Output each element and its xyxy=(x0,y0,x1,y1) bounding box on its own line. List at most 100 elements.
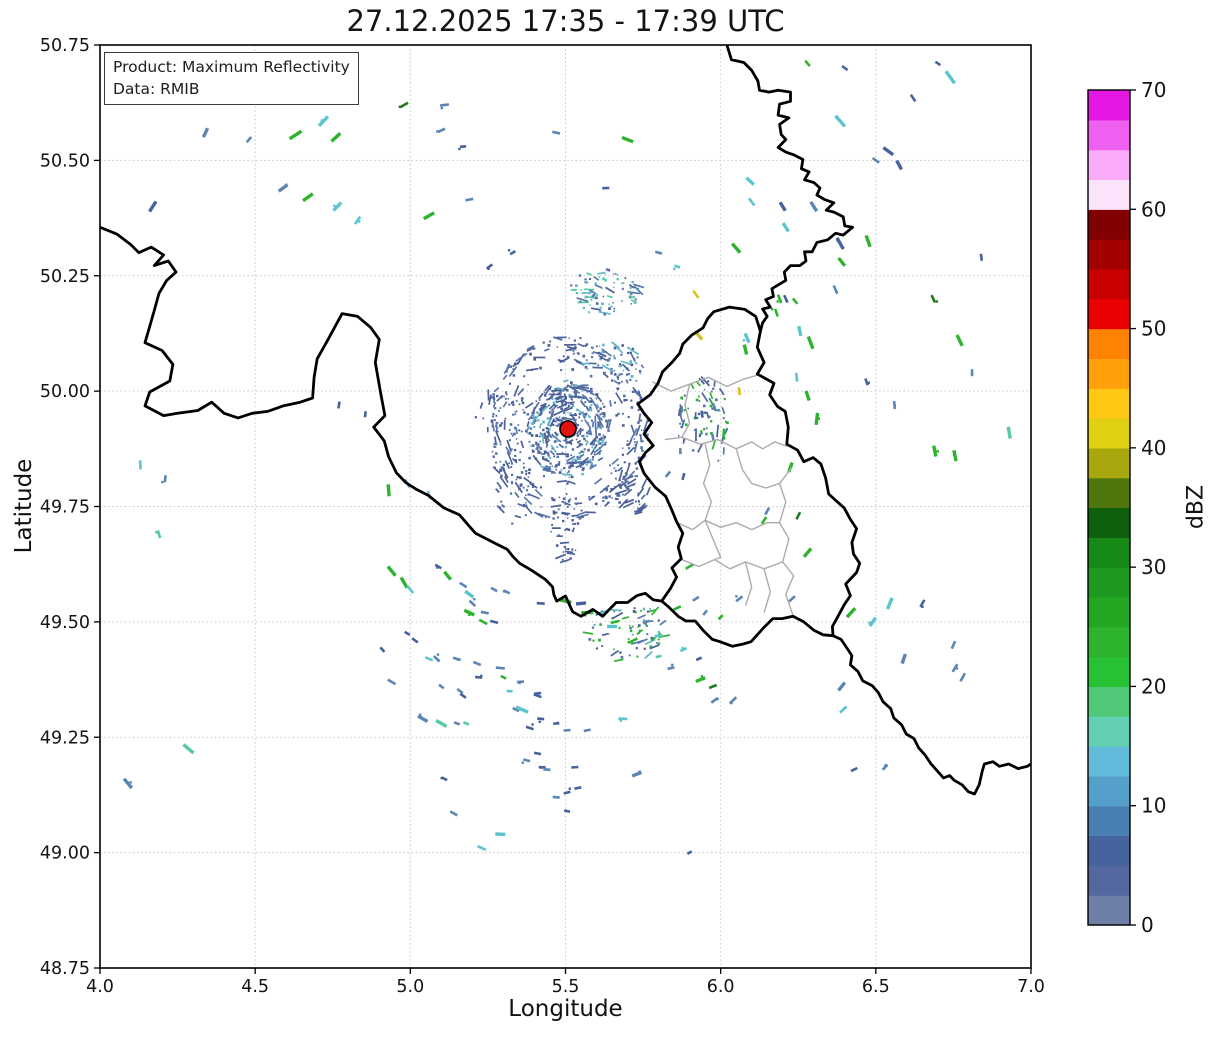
clutter-dot xyxy=(474,416,477,419)
clutter-dot xyxy=(637,492,640,495)
colorbar-segment xyxy=(1088,149,1130,181)
clutter-dot xyxy=(615,651,617,653)
clutter-dash xyxy=(594,284,603,289)
clutter-dot xyxy=(600,356,603,359)
clutter-dot xyxy=(514,454,517,457)
clutter-dot xyxy=(626,443,629,447)
clutter-dot xyxy=(568,465,570,468)
echo-streak xyxy=(781,222,790,233)
clutter-dot xyxy=(508,462,510,465)
clutter-dot xyxy=(570,381,573,384)
clutter-dot xyxy=(554,465,557,467)
clutter-dot xyxy=(551,523,553,526)
clutter-dot xyxy=(608,357,611,360)
clutter-dot xyxy=(595,296,598,300)
clutter-dot xyxy=(616,278,619,281)
clutter-dot xyxy=(537,451,541,454)
echo-streak xyxy=(387,678,397,686)
clutter-dot xyxy=(539,486,543,489)
colorbar-tick-labels: 0 10 20 30 40 50 60 70 xyxy=(1141,78,1166,937)
clutter-dot xyxy=(499,407,502,409)
echo-streak xyxy=(509,249,516,256)
echo-streak xyxy=(839,705,848,714)
clutter-dot xyxy=(635,362,638,365)
y-tick-label: 48.75 xyxy=(40,959,90,979)
clutter-dot xyxy=(596,408,598,410)
clutter-dot xyxy=(566,461,569,465)
clutter-dot xyxy=(500,396,503,399)
clutter-dot xyxy=(559,418,563,422)
clutter-dash xyxy=(502,401,508,408)
clutter-dot xyxy=(629,351,632,354)
clutter-dot xyxy=(628,373,631,375)
clutter-dot xyxy=(527,476,530,478)
clutter-dot xyxy=(567,528,571,531)
clutter-dot xyxy=(555,417,558,420)
clutter-dash xyxy=(571,458,582,461)
clutter-dot xyxy=(580,509,583,512)
clutter-field xyxy=(582,606,671,663)
clutter-dot xyxy=(566,505,569,508)
clutter-dot xyxy=(616,494,619,497)
clutter-dot xyxy=(586,431,589,435)
echo-streak xyxy=(794,372,799,382)
clutter-dot xyxy=(514,362,517,365)
clutter-dot xyxy=(602,500,605,503)
clutter-dot xyxy=(625,399,628,401)
clutter-dot xyxy=(509,365,512,368)
x-tick-label: 4.0 xyxy=(86,977,114,997)
echo-streak xyxy=(814,412,820,426)
clutter-dot xyxy=(593,453,596,456)
echo-streak xyxy=(459,692,467,699)
clutter-dot xyxy=(538,435,541,438)
clutter-dot xyxy=(562,355,565,358)
clutter-dot xyxy=(579,440,581,442)
clutter-dot xyxy=(622,282,625,284)
echo-streak xyxy=(468,599,477,608)
echo-streak xyxy=(490,586,498,593)
clutter-dot xyxy=(599,623,602,626)
clutter-dot xyxy=(629,629,633,633)
y-tick-label: 49.00 xyxy=(40,844,90,864)
clutter-dash xyxy=(556,479,567,483)
regional-border-path xyxy=(681,384,691,438)
echo-fragment xyxy=(716,697,719,701)
clutter-dash xyxy=(577,342,585,348)
clutter-dot xyxy=(530,434,534,437)
clutter-dot xyxy=(499,440,502,443)
echo-streak xyxy=(386,484,391,497)
clutter-dot xyxy=(587,449,590,452)
clutter-dot xyxy=(498,410,500,412)
clutter-dash xyxy=(520,440,525,449)
clutter-dot xyxy=(618,626,621,629)
clutter-dot xyxy=(637,421,640,424)
clutter-dot xyxy=(582,307,585,310)
colorbar-segment xyxy=(1088,388,1130,419)
clutter-dot xyxy=(595,436,599,439)
clutter-dot xyxy=(638,370,642,373)
echo-streak xyxy=(459,581,468,589)
clutter-dot xyxy=(525,470,528,473)
clutter-dash xyxy=(504,460,511,470)
echo-fragment xyxy=(333,204,336,208)
clutter-dot xyxy=(626,440,629,442)
clutter-dot xyxy=(615,497,618,500)
clutter-dot xyxy=(567,412,569,414)
clutter-dot xyxy=(555,424,558,427)
clutter-dot xyxy=(621,380,623,383)
clutter-dot xyxy=(492,393,494,396)
clutter-dot xyxy=(629,290,632,293)
echo-fragment xyxy=(487,267,490,270)
echo-streak xyxy=(537,717,545,721)
clutter-dot xyxy=(710,390,713,393)
clutter-dot xyxy=(612,273,615,275)
map-canvas: 4.0 4.5 5.0 5.5 6.0 6.5 7.0 48.75 49.00 49.25 49.5… xyxy=(40,36,1167,997)
colorbar-segment xyxy=(1088,537,1130,568)
echo-fragment xyxy=(320,119,323,122)
echo-streak xyxy=(563,809,571,813)
clutter-dot xyxy=(608,633,610,635)
clutter-dot xyxy=(551,447,554,450)
echo-streak xyxy=(932,445,938,457)
echo-streak xyxy=(500,674,507,680)
clutter-dash xyxy=(503,366,510,375)
